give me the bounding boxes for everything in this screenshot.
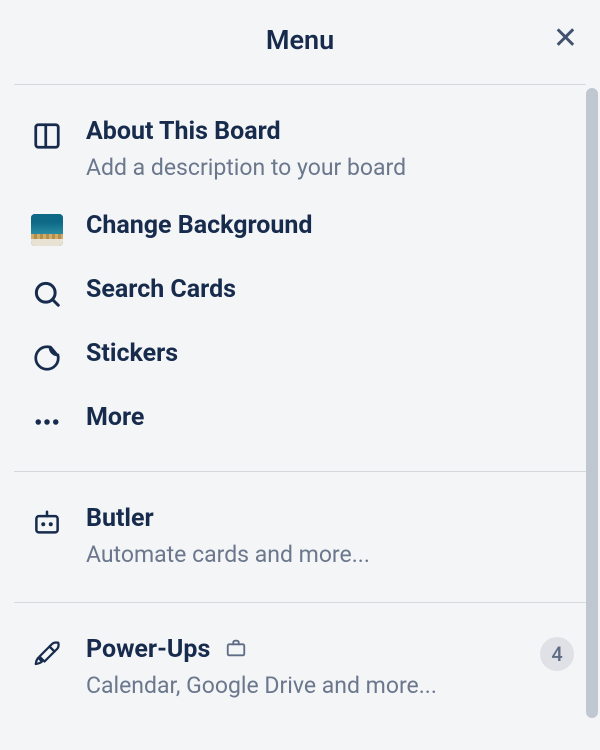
menu-item-texts: Power-Ups Calendar, Google Drive and mor… [86,635,518,701]
menu-section-powerups: Power-Ups Calendar, Google Drive and mor… [0,603,600,733]
menu-item-texts: More [86,403,574,433]
menu-item-label-text: Power-Ups [86,635,210,664]
more-icon [30,405,64,439]
briefcase-icon [225,637,247,659]
menu-item-label: Butler [86,504,574,534]
menu-item-label: More [86,403,574,433]
menu-panel: Menu ✕ About This Board Add a descriptio… [0,0,600,750]
menu-item-label: About This Board [86,117,574,147]
menu-section-butler: Butler Automate cards and more... [0,472,600,602]
scrollbar[interactable] [586,88,598,718]
close-icon[interactable]: ✕ [553,24,578,54]
menu-item-search-cards[interactable]: Search Cards [0,261,600,325]
rocket-icon [30,637,64,671]
menu-item-butler[interactable]: Butler Automate cards and more... [0,490,600,584]
menu-item-stickers[interactable]: Stickers [0,325,600,389]
menu-item-label: Change Background [86,211,574,241]
menu-header: Menu ✕ [0,0,600,84]
menu-item-texts: Stickers [86,339,574,369]
menu-item-sub: Calendar, Google Drive and more... [86,671,518,701]
search-icon [30,277,64,311]
menu-item-texts: Butler Automate cards and more... [86,504,574,570]
menu-item-more[interactable]: More [0,389,600,453]
menu-item-powerups[interactable]: Power-Ups Calendar, Google Drive and mor… [0,621,600,715]
sticker-icon [30,341,64,375]
menu-item-sub: Automate cards and more... [86,540,574,570]
menu-item-texts: Change Background [86,211,574,241]
menu-section-main: About This Board Add a description to yo… [0,85,600,471]
menu-title: Menu [266,24,334,56]
butler-icon [30,506,64,540]
menu-item-texts: About This Board Add a description to yo… [86,117,574,183]
menu-item-label: Power-Ups [86,635,518,665]
board-icon [30,119,64,153]
powerups-count-badge: 4 [540,637,574,671]
menu-item-about-board[interactable]: About This Board Add a description to yo… [0,103,600,197]
menu-item-label: Stickers [86,339,574,369]
menu-item-texts: Search Cards [86,275,574,305]
background-thumb-icon [30,213,64,247]
menu-item-sub: Add a description to your board [86,153,574,183]
menu-item-change-background[interactable]: Change Background [0,197,600,261]
menu-item-label: Search Cards [86,275,574,305]
